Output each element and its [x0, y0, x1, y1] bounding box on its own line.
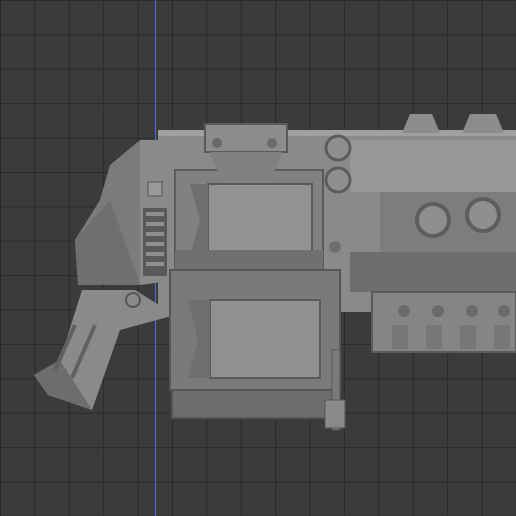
3d-viewport[interactable]: [0, 0, 516, 516]
gun-model[interactable]: [0, 0, 516, 516]
lower-rail[interactable]: [371, 291, 516, 353]
lower-drum[interactable]: [169, 269, 346, 431]
stock-block[interactable]: [75, 140, 175, 285]
grip[interactable]: [34, 290, 175, 410]
